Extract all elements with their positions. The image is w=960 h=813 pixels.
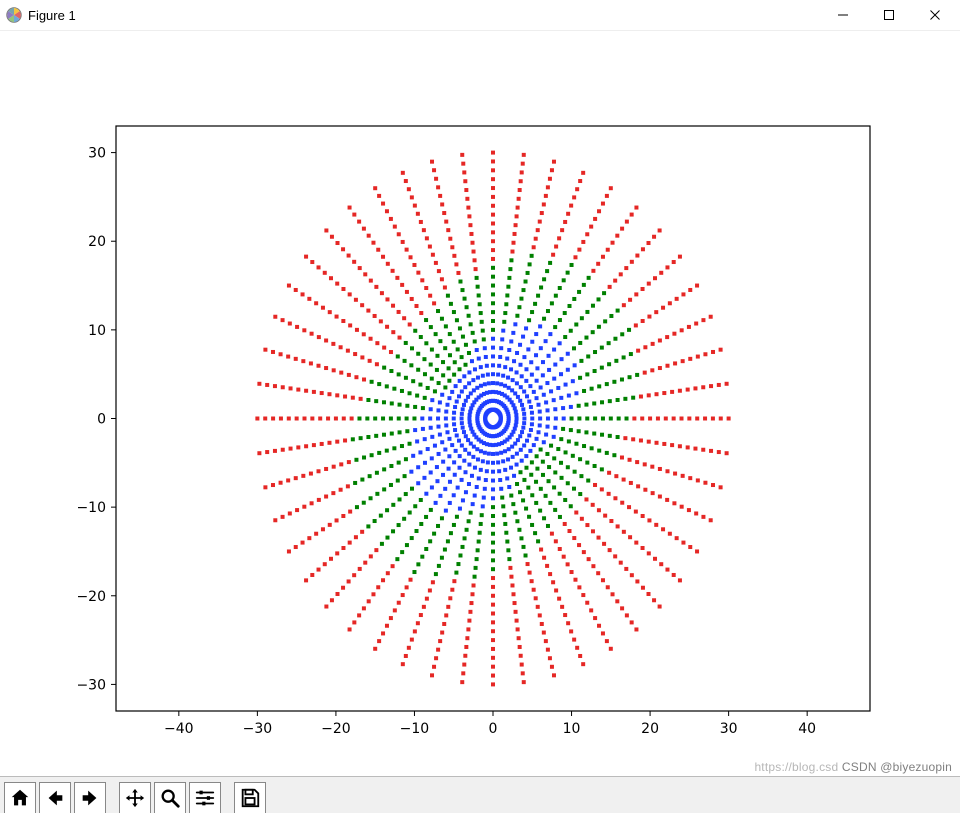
back-button[interactable]	[39, 782, 71, 813]
svg-text:−20: −20	[76, 589, 106, 605]
svg-text:−10: −10	[76, 500, 106, 516]
svg-text:−30: −30	[76, 677, 106, 693]
window-title: Figure 1	[28, 8, 76, 23]
pan-button[interactable]	[119, 782, 151, 813]
watermark-dark: CSDN @biyezuopin	[842, 760, 952, 774]
window-controls	[820, 0, 958, 30]
svg-text:−10: −10	[400, 721, 430, 737]
matplotlib-toolbar	[0, 776, 960, 813]
forward-button[interactable]	[74, 782, 106, 813]
configure-button[interactable]	[189, 782, 221, 813]
svg-text:0: 0	[97, 412, 106, 428]
watermark-faint: https://blog.csd	[754, 760, 838, 774]
svg-text:−40: −40	[164, 721, 194, 737]
svg-text:30: 30	[88, 146, 106, 162]
scatter-plot[interactable]: −40 −30 −20 −10 0 10 20 30 40 −30 −20 −10 0 10 20 30	[0, 31, 960, 776]
svg-text:30: 30	[720, 721, 738, 737]
minimize-button[interactable]	[820, 0, 866, 30]
save-button[interactable]	[234, 782, 266, 813]
plot-area: −40 −30 −20 −10 0 10 20 30 40 −30 −20 −10 0 10 20 30 ht…	[0, 31, 960, 776]
svg-text:−20: −20	[321, 721, 351, 737]
svg-text:40: 40	[798, 721, 816, 737]
close-button[interactable]	[912, 0, 958, 30]
svg-text:−30: −30	[243, 721, 273, 737]
svg-text:0: 0	[489, 721, 498, 737]
app-icon	[6, 7, 22, 23]
svg-text:10: 10	[88, 323, 106, 339]
maximize-button[interactable]	[866, 0, 912, 30]
titlebar: Figure 1	[0, 0, 960, 31]
home-button[interactable]	[4, 782, 36, 813]
titlebar-left: Figure 1	[6, 7, 76, 23]
svg-text:10: 10	[563, 721, 581, 737]
watermark: https://blog.csd CSDN @biyezuopin	[754, 760, 952, 774]
svg-text:20: 20	[88, 234, 106, 250]
svg-text:20: 20	[641, 721, 659, 737]
zoom-button[interactable]	[154, 782, 186, 813]
